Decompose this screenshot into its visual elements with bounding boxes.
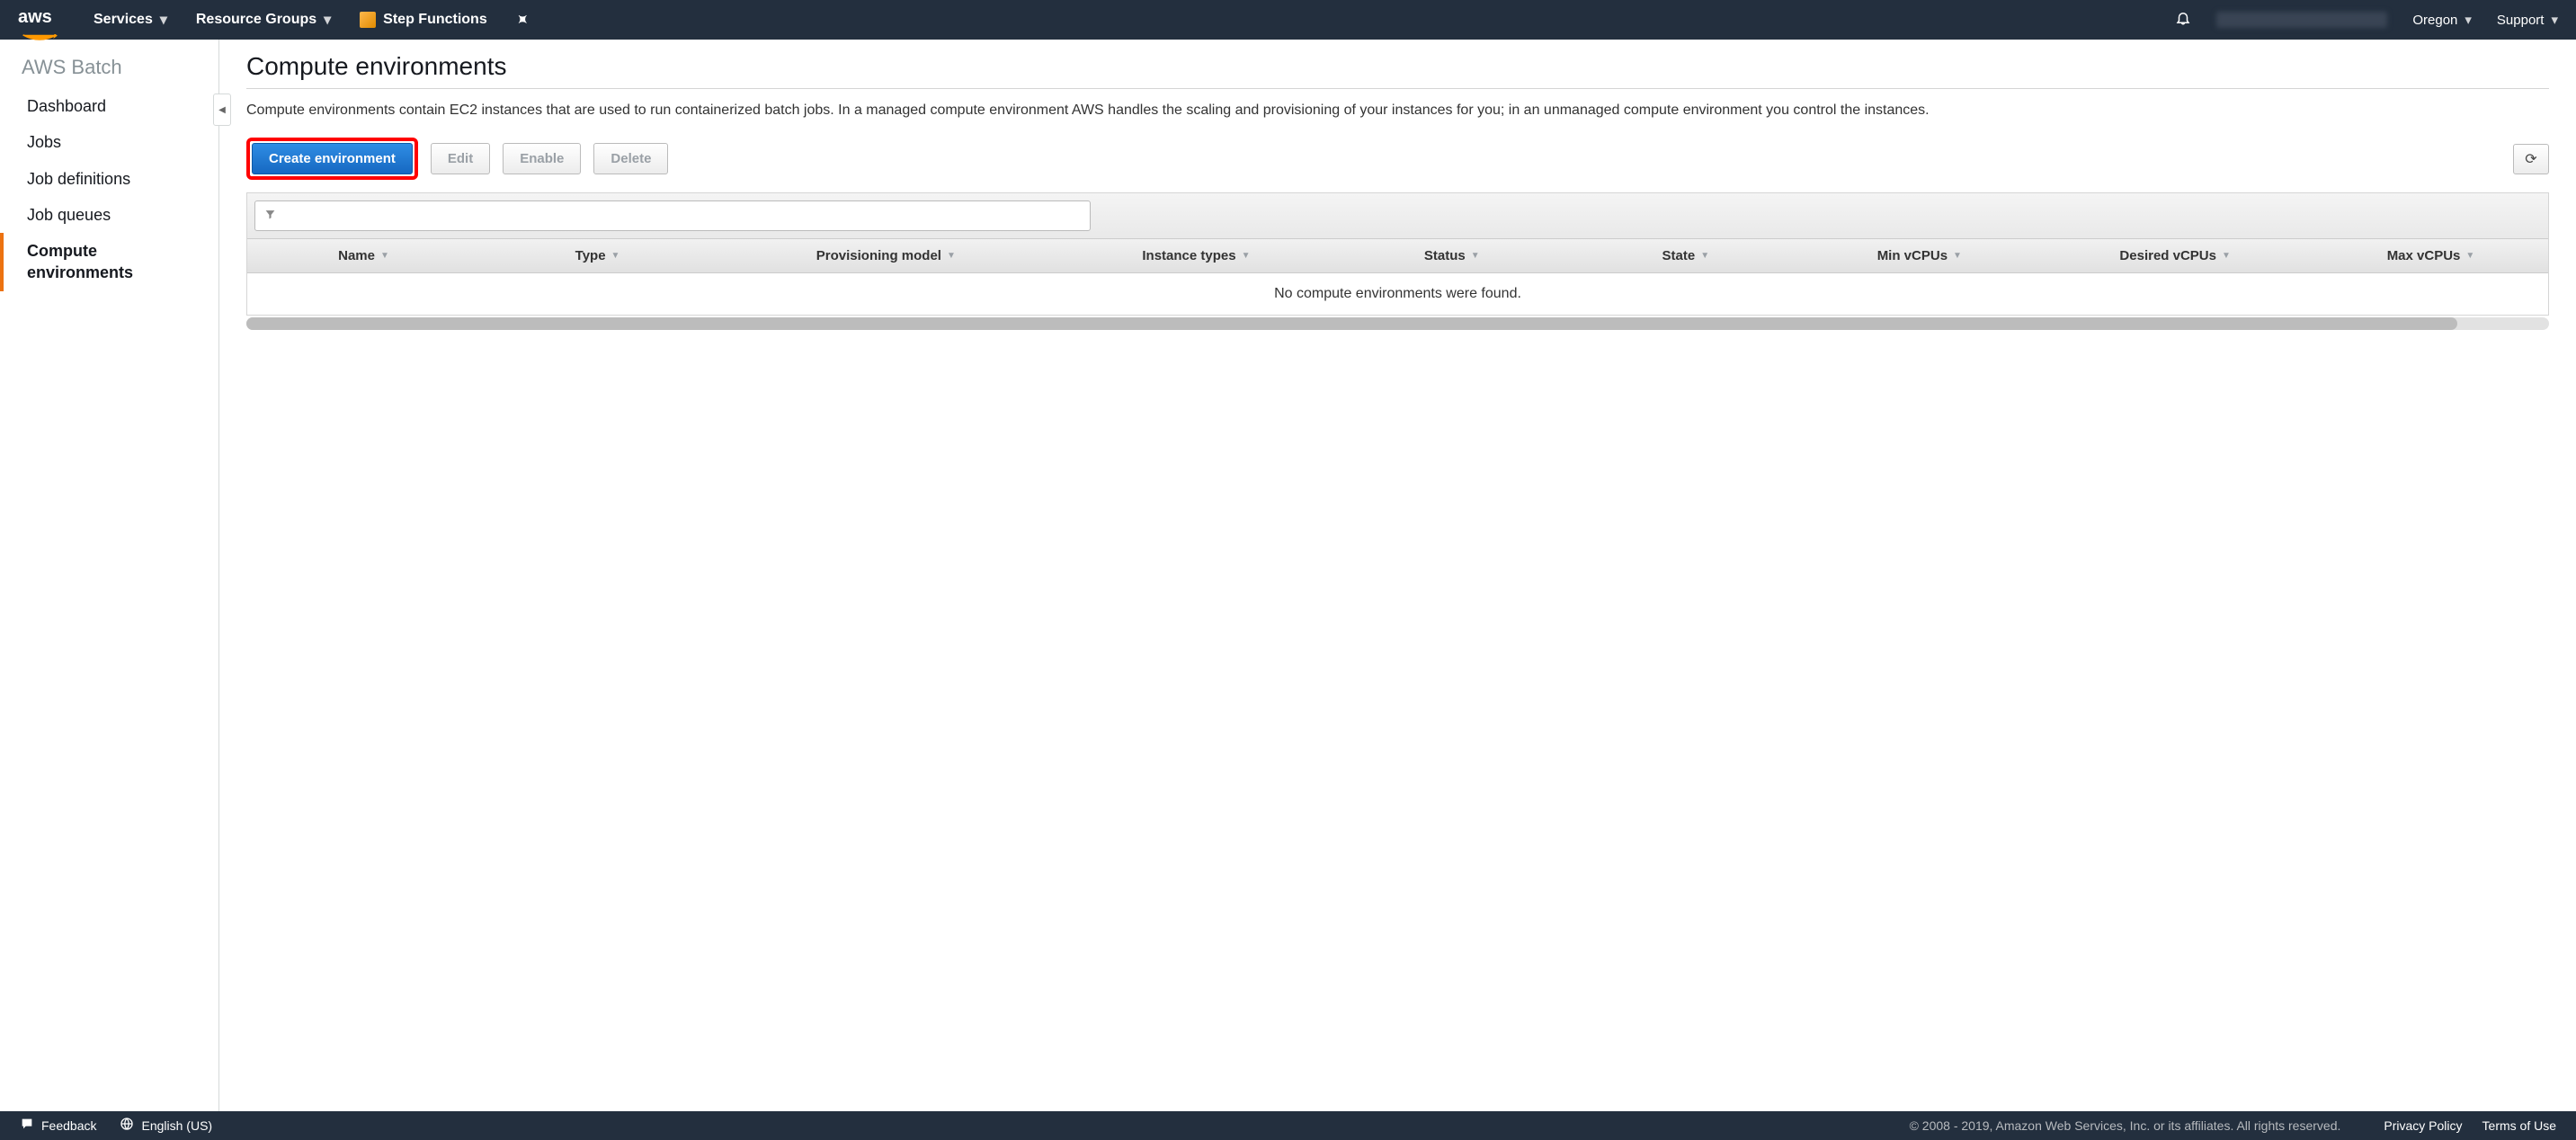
footer-language-label: English (US) bbox=[141, 1118, 212, 1133]
column-state-label: State bbox=[1662, 248, 1696, 263]
footer: Feedback English (US) © 2008 - 2019, Ama… bbox=[0, 1111, 2576, 1140]
sort-icon: ▼ bbox=[947, 251, 956, 261]
nav-notifications[interactable] bbox=[2175, 10, 2191, 31]
refresh-button[interactable]: ⟳ bbox=[2513, 144, 2549, 174]
account-name-blurred bbox=[2216, 12, 2387, 28]
sidebar-item-jobs[interactable]: Jobs bbox=[0, 124, 218, 160]
speech-bubble-icon bbox=[20, 1117, 34, 1135]
title-divider bbox=[246, 88, 2549, 89]
footer-copyright: © 2008 - 2019, Amazon Web Services, Inc.… bbox=[1910, 1118, 2341, 1133]
sort-icon: ▼ bbox=[2465, 251, 2474, 261]
bell-icon bbox=[2175, 10, 2191, 31]
body-wrap: AWS Batch Dashboard Jobs Job definitions… bbox=[0, 40, 2576, 1111]
scrollbar-thumb[interactable] bbox=[246, 317, 2457, 330]
table-container: Name ▼ Type ▼ Provisioning model ▼ Instance… bbox=[246, 192, 2549, 316]
column-type-label: Type bbox=[575, 248, 606, 263]
column-state[interactable]: State ▼ bbox=[1569, 239, 1803, 272]
caret-down-icon: ▾ bbox=[160, 11, 167, 29]
column-desired-vcpus-label: Desired vCPUs bbox=[2119, 248, 2216, 263]
caret-down-icon: ▾ bbox=[324, 11, 331, 29]
nav-region-label: Oregon bbox=[2412, 13, 2457, 28]
create-environment-button[interactable]: Create environment bbox=[252, 143, 413, 174]
table-empty-message: No compute environments were found. bbox=[247, 273, 2548, 315]
main-content: Compute environments Compute environment… bbox=[219, 40, 2576, 1111]
create-highlight: Create environment bbox=[246, 138, 418, 180]
column-min-vcpus-label: Min vCPUs bbox=[1877, 248, 1948, 263]
step-functions-icon bbox=[360, 12, 376, 28]
sort-icon: ▼ bbox=[1471, 251, 1480, 261]
column-provisioning-model-label: Provisioning model bbox=[816, 248, 941, 263]
footer-feedback-label: Feedback bbox=[41, 1118, 96, 1133]
filter-bar bbox=[247, 193, 2548, 238]
filter-icon bbox=[264, 209, 276, 223]
aws-smile-icon bbox=[18, 26, 61, 33]
sidebar-item-job-definitions[interactable]: Job definitions bbox=[0, 161, 218, 197]
nav-services-label: Services bbox=[94, 12, 153, 28]
sidebar-item-compute-environments[interactable]: Compute environments bbox=[0, 233, 218, 291]
nav-account[interactable] bbox=[2216, 12, 2387, 28]
nav-services[interactable]: Services ▾ bbox=[94, 11, 167, 29]
edit-button[interactable]: Edit bbox=[431, 143, 490, 174]
nav-step-functions[interactable]: Step Functions bbox=[360, 12, 487, 28]
column-instance-types[interactable]: Instance types ▼ bbox=[1058, 239, 1336, 272]
column-provisioning-model[interactable]: Provisioning model ▼ bbox=[715, 239, 1058, 272]
nav-support-label: Support bbox=[2497, 13, 2545, 28]
table-header: Name ▼ Type ▼ Provisioning model ▼ Instance… bbox=[247, 238, 2548, 273]
caret-down-icon: ▾ bbox=[2551, 12, 2558, 28]
sort-icon: ▼ bbox=[380, 251, 389, 261]
nav-pin[interactable]: ✦ bbox=[516, 11, 528, 29]
column-status[interactable]: Status ▼ bbox=[1335, 239, 1569, 272]
page-title: Compute environments bbox=[246, 52, 2549, 88]
footer-privacy-link[interactable]: Privacy Policy bbox=[2384, 1118, 2462, 1133]
column-max-vcpus-label: Max vCPUs bbox=[2387, 248, 2461, 263]
column-name[interactable]: Name ▼ bbox=[247, 239, 481, 272]
column-status-label: Status bbox=[1424, 248, 1466, 263]
sort-icon: ▼ bbox=[2222, 251, 2231, 261]
action-bar: Create environment Edit Enable Delete ⟳ bbox=[246, 138, 2549, 180]
footer-language[interactable]: English (US) bbox=[120, 1117, 212, 1135]
sort-icon: ▼ bbox=[1700, 251, 1709, 261]
sidebar: AWS Batch Dashboard Jobs Job definitions… bbox=[0, 40, 219, 1111]
sort-icon: ▼ bbox=[611, 251, 620, 261]
aws-logo-text: aws bbox=[18, 7, 52, 27]
nav-support[interactable]: Support ▾ bbox=[2497, 12, 2558, 28]
sidebar-item-job-queues[interactable]: Job queues bbox=[0, 197, 218, 233]
nav-resource-groups-label: Resource Groups bbox=[196, 12, 316, 28]
aws-logo[interactable]: aws bbox=[18, 7, 61, 33]
chevron-left-icon: ◀ bbox=[218, 105, 226, 115]
column-name-label: Name bbox=[338, 248, 375, 263]
column-min-vcpus[interactable]: Min vCPUs ▼ bbox=[1803, 239, 2037, 272]
sort-icon: ▼ bbox=[1953, 251, 1962, 261]
globe-icon bbox=[120, 1117, 134, 1135]
footer-terms-link[interactable]: Terms of Use bbox=[2482, 1118, 2556, 1133]
footer-feedback[interactable]: Feedback bbox=[20, 1117, 96, 1135]
top-navbar: aws Services ▾ Resource Groups ▾ Step Fu… bbox=[0, 0, 2576, 40]
column-type[interactable]: Type ▼ bbox=[481, 239, 715, 272]
filter-input[interactable] bbox=[254, 200, 1091, 231]
column-max-vcpus[interactable]: Max vCPUs ▼ bbox=[2314, 239, 2548, 272]
sidebar-item-dashboard[interactable]: Dashboard bbox=[0, 88, 218, 124]
refresh-icon: ⟳ bbox=[2525, 150, 2536, 168]
pin-icon: ✦ bbox=[512, 9, 533, 31]
sidebar-service-title: AWS Batch bbox=[0, 56, 218, 88]
sidebar-collapse-toggle[interactable]: ◀ bbox=[213, 94, 231, 126]
delete-button[interactable]: Delete bbox=[593, 143, 668, 174]
horizontal-scrollbar[interactable] bbox=[246, 317, 2549, 330]
nav-resource-groups[interactable]: Resource Groups ▾ bbox=[196, 11, 331, 29]
column-instance-types-label: Instance types bbox=[1142, 248, 1235, 263]
page-description: Compute environments contain EC2 instanc… bbox=[246, 100, 2549, 121]
nav-step-functions-label: Step Functions bbox=[383, 12, 487, 28]
column-desired-vcpus[interactable]: Desired vCPUs ▼ bbox=[2037, 239, 2314, 272]
enable-button[interactable]: Enable bbox=[503, 143, 581, 174]
nav-region[interactable]: Oregon ▾ bbox=[2412, 12, 2472, 28]
caret-down-icon: ▾ bbox=[2465, 12, 2472, 28]
sort-icon: ▼ bbox=[1242, 251, 1251, 261]
